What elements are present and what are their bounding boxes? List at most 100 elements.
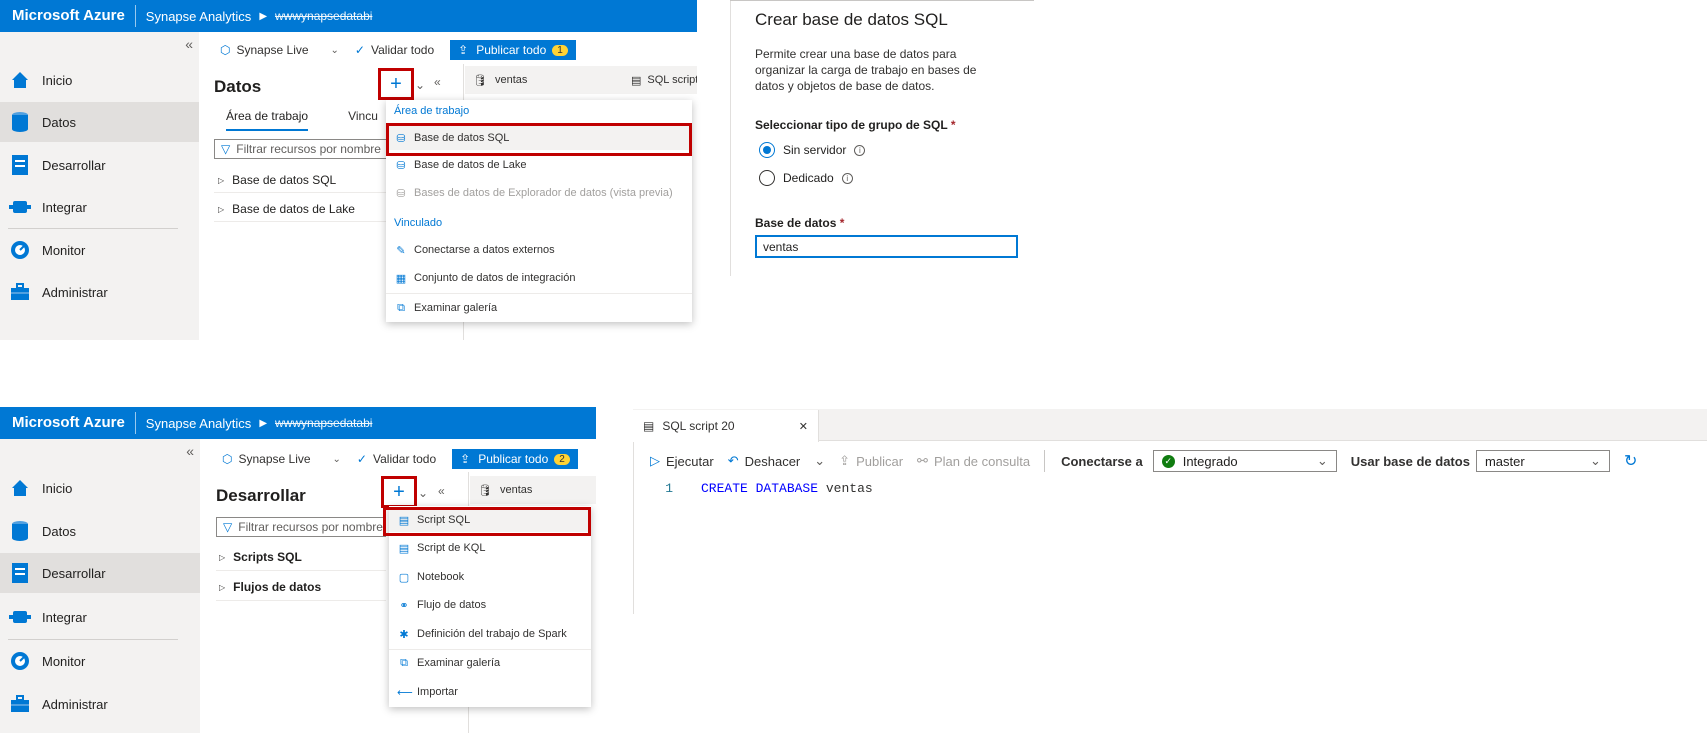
doc-tab-ventas[interactable]: 🛢 ventas [470, 476, 596, 504]
doc-tab-sql-script[interactable]: ▤ SQL script [625, 66, 697, 94]
nav-item-datos[interactable]: Datos [0, 102, 199, 142]
form-left-border [730, 0, 731, 276]
chevron-down-icon[interactable]: ⌄ [415, 78, 425, 92]
workspace-name[interactable]: wwwynapsedatabi [275, 416, 372, 430]
tree-divider [216, 600, 386, 601]
validate-all-button[interactable]: ✓ Validar todo [355, 43, 434, 57]
main-toolbar: ⬡ Synapse Live ⌄ ✓ Validar todo ⇪ Public… [220, 40, 576, 60]
service-label[interactable]: Synapse Analytics [136, 416, 252, 431]
database-icon: 🛢 [473, 74, 487, 87]
script-icon: ▤ [643, 419, 655, 433]
tab-sql-script-20[interactable]: ▤ SQL script 20 ✕ [633, 410, 819, 442]
doc-tab-label: ventas [499, 484, 533, 496]
menu-item-label: Importar [417, 686, 458, 698]
synapse-live-button[interactable]: ⬡ Synapse Live ⌄ [220, 43, 339, 57]
nav-item-integrar[interactable]: Integrar [0, 187, 199, 227]
info-icon[interactable]: i [841, 172, 853, 184]
synapse-live-label: Synapse Live [236, 43, 309, 57]
nav-item-desarrollar[interactable]: Desarrollar [0, 145, 199, 185]
refresh-button[interactable]: ↻ [1624, 451, 1643, 471]
nav-item-monitor[interactable]: Monitor [0, 230, 199, 270]
close-icon[interactable]: ✕ [799, 420, 808, 433]
radio-serverless[interactable]: Sin servidor i [759, 142, 866, 158]
add-new-resource-button[interactable]: + [381, 476, 417, 508]
menu-item-data-flow[interactable]: ⚭ Flujo de datos [389, 593, 591, 617]
hexagon-icon: ⬡ [222, 452, 233, 466]
publish-all-button[interactable]: ⇪ Publicar todo 1 [450, 40, 576, 60]
query-plan-button[interactable]: ⚯ Plan de consulta [917, 453, 1030, 469]
tab-linked[interactable]: Vincu [348, 109, 378, 131]
radio-dedicated[interactable]: Dedicado i [759, 170, 853, 186]
collapse-panel-icon[interactable]: « [434, 75, 441, 89]
publish-button[interactable]: ⇪ Publicar [839, 453, 903, 469]
tree-label: Base de datos SQL [232, 173, 337, 187]
database-icon [9, 111, 31, 133]
filter-input[interactable]: ▽ Filtrar recursos por nombre [216, 517, 386, 537]
line-number: 1 [665, 481, 673, 496]
collapse-nav-icon[interactable]: « [185, 36, 193, 52]
nav-item-inicio[interactable]: Inicio [0, 60, 199, 100]
filter-icon: ▽ [221, 142, 231, 156]
menu-item-spark-job[interactable]: ✱ Definición del trabajo de Spark [389, 622, 591, 646]
nav-item-integrar[interactable]: Integrar [0, 597, 200, 637]
add-new-resource-button[interactable]: + [378, 68, 414, 100]
tree-item-lake-db[interactable]: ▷ Base de datos de Lake [218, 202, 355, 216]
menu-item-lake-database[interactable]: ⛁ Base de datos de Lake [386, 153, 692, 177]
menu-item-notebook[interactable]: ▢ Notebook [389, 565, 591, 589]
nav-item-inicio[interactable]: Inicio [0, 468, 200, 508]
required-marker: * [839, 216, 845, 230]
database-name-input[interactable]: ventas [755, 235, 1018, 258]
menu-item-connect-external[interactable]: ✎ Conectarse a datos externos [386, 238, 692, 262]
menu-item-import[interactable]: ⟵ Importar [389, 680, 591, 704]
run-button[interactable]: ▷ Ejecutar [650, 453, 714, 469]
tree-item-data-flows[interactable]: ▷ Flujos de datos [219, 580, 321, 594]
nav-label: Inicio [42, 72, 73, 88]
undo-button[interactable]: ↶ Deshacer [728, 453, 801, 469]
nav-item-desarrollar[interactable]: Desarrollar [0, 553, 200, 593]
menu-header-linked: Vinculado [394, 217, 443, 229]
nav-item-administrar[interactable]: Administrar [0, 684, 200, 724]
collapse-panel-icon[interactable]: « [438, 484, 445, 498]
collapse-nav-icon[interactable]: « [186, 443, 194, 459]
menu-item-label: Conectarse a datos externos [414, 244, 555, 256]
nav-label: Inicio [42, 480, 73, 496]
workspace-name[interactable]: wwwynapsedatabi [275, 9, 372, 23]
menu-item-integration-dataset[interactable]: ▦ Conjunto de datos de integración [386, 266, 692, 290]
code-line[interactable]: 1 CREATE DATABASE ventas [633, 481, 872, 496]
nav-item-monitor[interactable]: Monitor [0, 641, 200, 681]
tree-item-sql-db[interactable]: ▷ Base de datos SQL [218, 173, 336, 187]
info-icon[interactable]: i [854, 144, 866, 156]
radio-unselected-icon [759, 170, 775, 186]
connect-to-dropdown[interactable]: ✓ Integrado ⌄ [1152, 450, 1337, 472]
sql-keyword: CREATE [701, 481, 748, 496]
menu-item-label: Conjunto de datos de integración [414, 272, 576, 284]
nav-item-datos[interactable]: Datos [0, 511, 200, 551]
left-nav: « Inicio Datos Desarrollar Integrar Moni… [0, 32, 199, 340]
chevron-down-icon[interactable]: ⌄ [418, 486, 428, 500]
brand-label[interactable]: Microsoft Azure [0, 412, 136, 434]
filter-placeholder: Filtrar recursos por nombre [236, 142, 381, 156]
tree-item-sql-scripts[interactable]: ▷ Scripts SQL [219, 550, 302, 564]
service-label[interactable]: Synapse Analytics [136, 9, 252, 24]
tab-workspace[interactable]: Área de trabajo [226, 109, 309, 131]
chevron-down-icon: ⌄ [1316, 453, 1328, 468]
brand-label[interactable]: Microsoft Azure [0, 5, 136, 27]
menu-item-kql-script[interactable]: ▤ Script de KQL [389, 536, 591, 560]
filter-input[interactable]: ▽ Filtrar recursos por nombre [214, 139, 390, 159]
validate-all-label: Validar todo [372, 452, 437, 466]
nav-label: Desarrollar [42, 565, 106, 581]
run-label: Ejecutar [666, 453, 714, 469]
doc-tab-ventas[interactable]: 🛢 ventas [465, 66, 625, 94]
publish-count-badge: 2 [554, 453, 570, 465]
pool-type-label-text: Seleccionar tipo de grupo de SQL [755, 118, 948, 132]
menu-item-browse-gallery[interactable]: ⧉ Examinar galería [386, 296, 692, 320]
filter-icon: ▽ [223, 520, 233, 534]
undo-dropdown[interactable]: ⌄ [814, 453, 825, 469]
use-database-dropdown[interactable]: master ⌄ [1475, 450, 1610, 472]
publish-all-button[interactable]: ⇪ Publicar todo 2 [452, 449, 578, 469]
validate-all-button[interactable]: ✓ Validar todo [357, 452, 436, 466]
synapse-live-button[interactable]: ⬡ Synapse Live ⌄ [222, 452, 341, 466]
menu-item-browse-gallery[interactable]: ⧉ Examinar galería [389, 651, 591, 675]
nav-item-administrar[interactable]: Administrar [0, 272, 199, 312]
